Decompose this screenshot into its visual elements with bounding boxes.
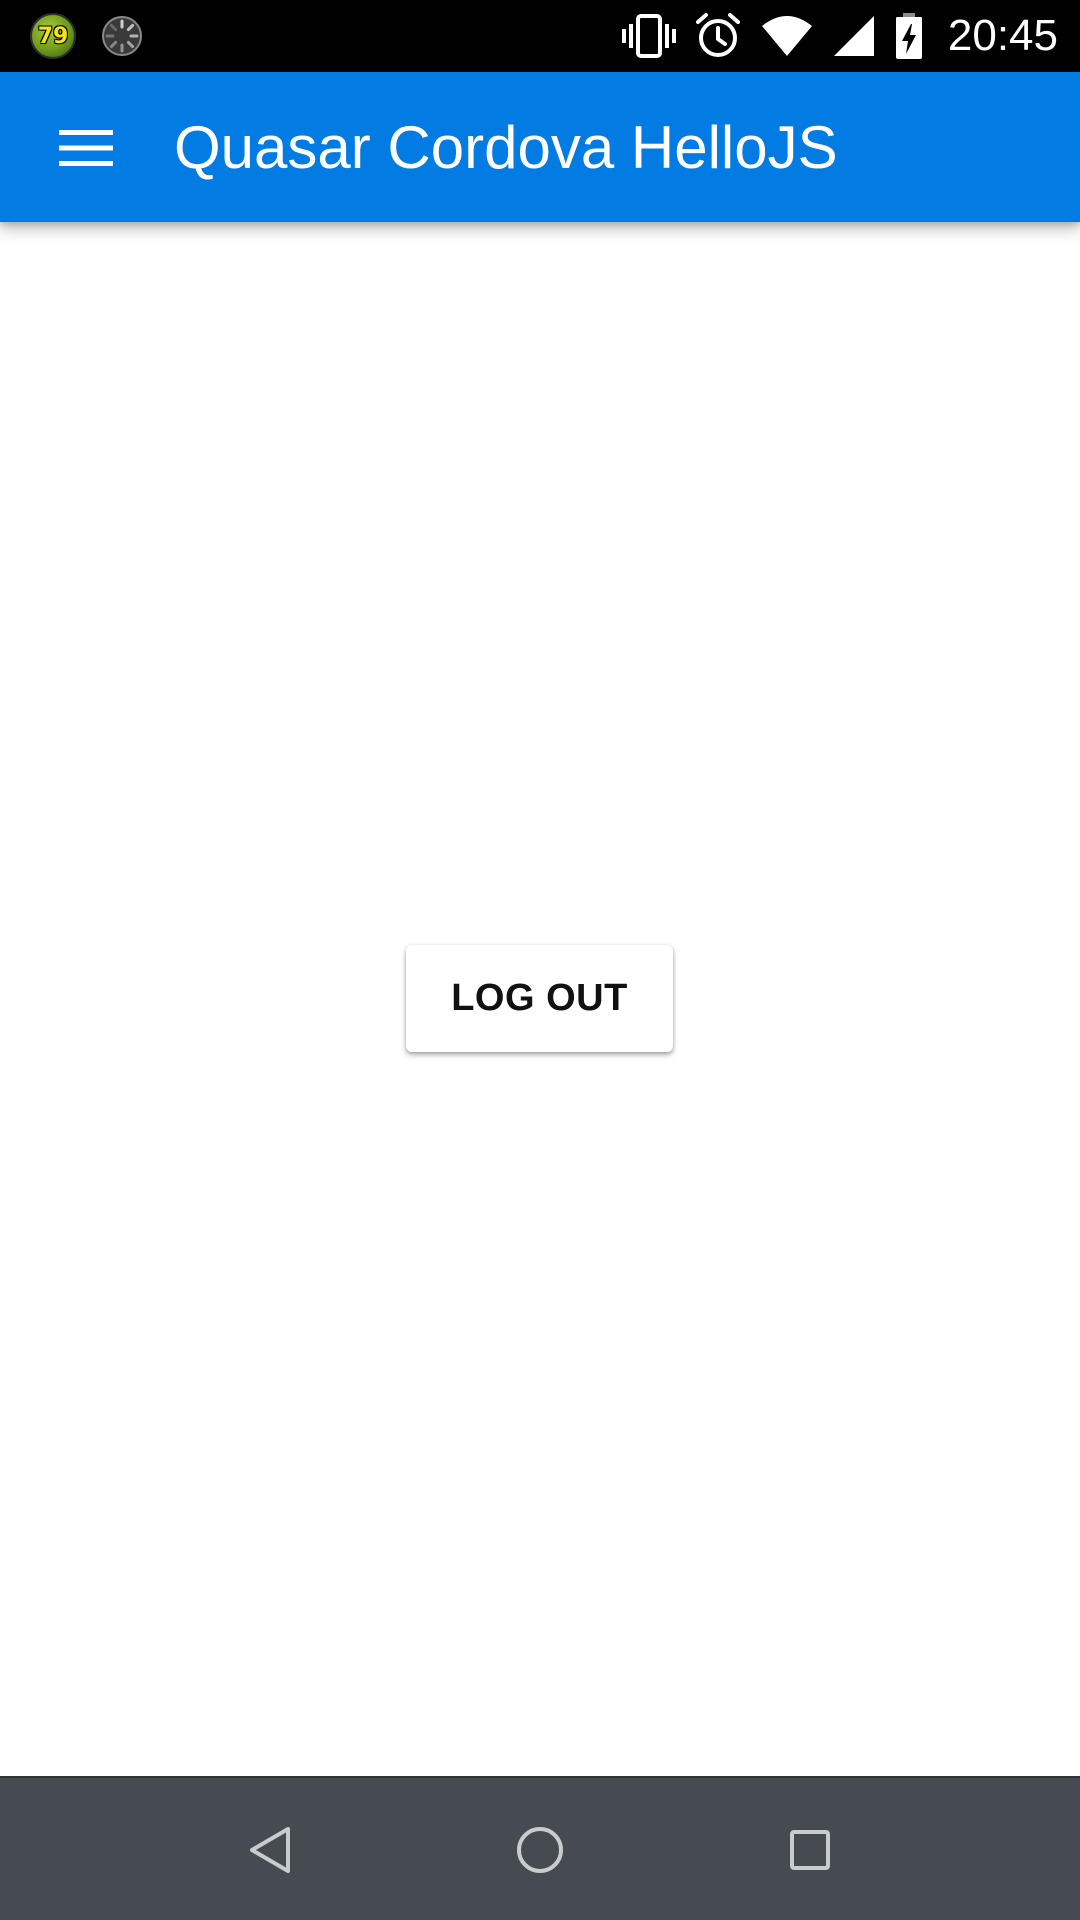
status-system-icons: 20:45	[621, 8, 1058, 64]
nav-back-button[interactable]	[228, 1808, 312, 1892]
home-icon	[517, 1827, 563, 1873]
navigation-bar	[0, 1776, 1080, 1920]
menu-icon	[59, 130, 113, 166]
recents-icon	[790, 1830, 830, 1870]
cell-signal-icon	[833, 16, 874, 56]
wifi-icon	[761, 16, 812, 56]
status-notifications: 79	[30, 12, 144, 60]
alarm-icon	[695, 13, 740, 57]
menu-button[interactable]	[40, 108, 132, 188]
spinner-icon	[102, 16, 142, 56]
app-header: Quasar Cordova HelloJS	[0, 72, 1080, 222]
battery-charging-icon	[895, 13, 922, 59]
nav-recents-button[interactable]	[768, 1808, 852, 1892]
app-screen: 79 20:45 Quasar Cordova HelloJS LOG OUT	[0, 0, 1080, 1920]
status-time: 20:45	[947, 11, 1058, 60]
vibrate-icon	[621, 14, 676, 58]
status-bar: 79 20:45	[0, 0, 1080, 72]
notification-badge-icon: 79	[30, 13, 76, 59]
logout-button[interactable]: LOG OUT	[406, 945, 673, 1052]
page-title: Quasar Cordova HelloJS	[174, 114, 838, 181]
nav-home-button[interactable]	[498, 1808, 582, 1892]
notification-badge-count: 79	[37, 23, 69, 49]
back-icon	[250, 1827, 290, 1873]
main-content: LOG OUT	[0, 222, 1080, 1776]
